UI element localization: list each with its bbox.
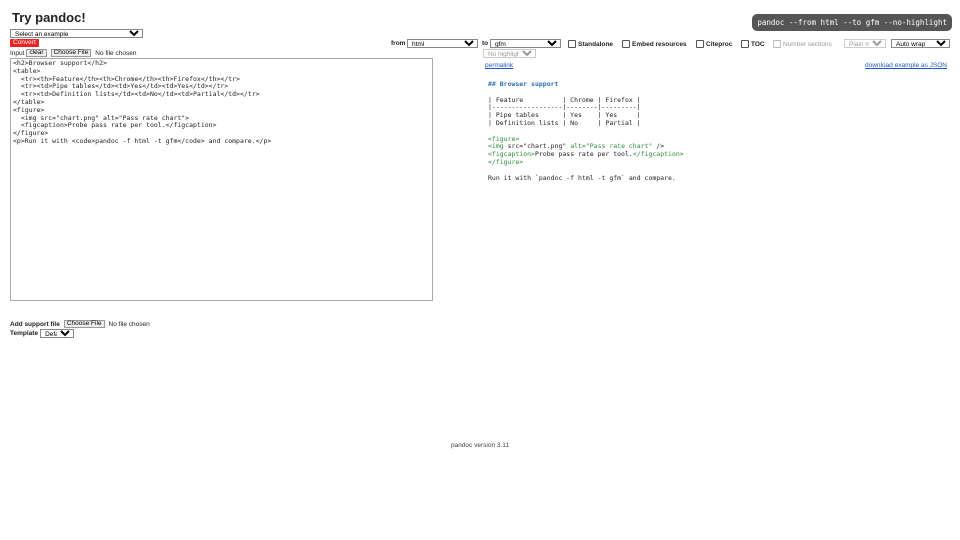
citeproc-option[interactable]: Citeproc: [696, 40, 732, 48]
template-select[interactable]: Default: [40, 329, 75, 338]
highlight-select: No highlighting: [483, 49, 536, 58]
number-sections-option: Number sections: [773, 40, 832, 48]
choose-file-button[interactable]: Choose File: [50, 49, 92, 57]
number-sections-label: Number sections: [783, 40, 832, 48]
support-file-label: Add support file: [10, 320, 60, 328]
img-tag-end: />: [652, 142, 665, 151]
to-select[interactable]: gfm: [490, 39, 561, 48]
standalone-label: Standalone: [578, 40, 614, 48]
figcaption-close-tag: </figcaption>: [632, 150, 684, 159]
figcaption-text: Probe pass rate per tool.: [534, 150, 633, 159]
permalink-link[interactable]: permalink: [485, 62, 513, 69]
support-no-file-text: No file chosen: [108, 320, 150, 328]
template-label: Template: [10, 330, 39, 337]
toc-checkbox[interactable]: [741, 40, 749, 48]
citeproc-checkbox[interactable]: [696, 40, 704, 48]
standalone-option[interactable]: Standalone: [568, 40, 613, 48]
output-table-line: | Pipe tables | Yes | Yes |: [488, 111, 641, 120]
output-heading: ## Browser support: [488, 80, 559, 88]
convert-button[interactable]: Convert: [10, 39, 39, 47]
input-label: Input: [10, 49, 25, 57]
clear-button[interactable]: clear: [26, 49, 47, 57]
toc-label: TOC: [751, 40, 765, 48]
support-file-row: Add support file Choose File No file cho…: [10, 320, 150, 328]
to-label: to: [482, 40, 489, 47]
template-row: Template Default: [10, 329, 75, 338]
from-select[interactable]: html: [407, 39, 478, 48]
figure-close-tag: </figure>: [488, 157, 524, 166]
standalone-checkbox[interactable]: [568, 40, 576, 48]
embed-checkbox[interactable]: [622, 40, 630, 48]
command-display: pandoc --from html --to gfm --no-highlig…: [752, 14, 952, 31]
citeproc-label: Citeproc: [706, 40, 733, 48]
toc-option[interactable]: TOC: [741, 40, 765, 48]
number-sections-checkbox: [773, 40, 781, 48]
img-tag: <img: [488, 142, 504, 151]
wrap-select[interactable]: Auto wrap: [891, 39, 950, 48]
embed-label: Embed resources: [632, 40, 687, 48]
from-label: from: [391, 40, 406, 47]
img-alt-attr: alt="Pass rate chart": [566, 142, 653, 151]
input-textarea[interactable]: <h2>Browser support</h2> <table> <tr><th…: [10, 58, 433, 301]
figure-open-tag: <figure>: [488, 134, 520, 143]
math-select: Plain math: [844, 39, 886, 48]
figcaption-open-tag: <figcaption>: [488, 150, 535, 159]
no-file-text: No file chosen: [95, 49, 137, 57]
page-title: Try pandoc!: [12, 10, 86, 25]
output-table-line: | Feature | Chrome | Firefox |: [488, 95, 641, 104]
support-choose-file-button[interactable]: Choose File: [63, 320, 105, 328]
output-table-line: |------------------|--------|---------|: [488, 103, 641, 112]
example-select[interactable]: Select an example: [10, 29, 143, 38]
embed-option[interactable]: Embed resources: [622, 40, 687, 48]
output-paragraph: Run it with `pandoc -f html -t gfm` and …: [488, 173, 676, 182]
output-pane: ## Browser support | Feature | Chrome | …: [488, 80, 684, 182]
output-table-line: | Definition lists | No | Partial |: [488, 118, 641, 127]
input-bar: Input clear Choose File No file chosen: [10, 49, 136, 57]
download-json-link[interactable]: download example as JSON: [865, 62, 947, 69]
version-footer: pandoc version 3.11: [450, 442, 510, 449]
img-src-attr: src="chart.png": [503, 142, 567, 151]
